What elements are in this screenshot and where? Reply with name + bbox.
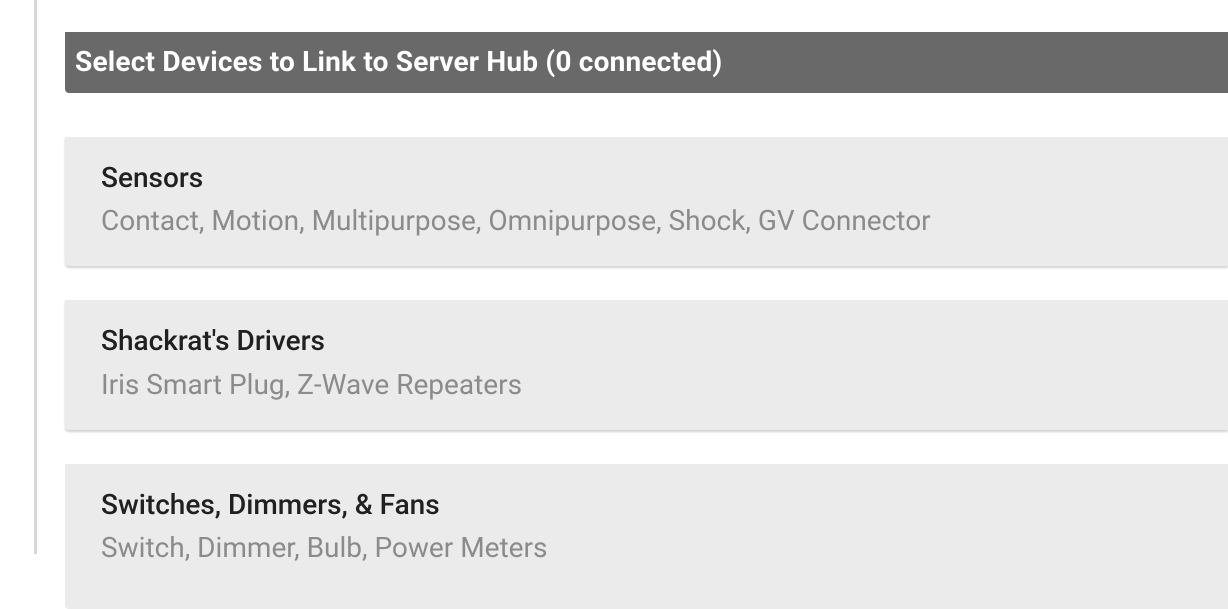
- category-subtitle: Iris Smart Plug, Z-Wave Repeaters: [101, 364, 1198, 406]
- category-title: Switches, Dimmers, & Fans: [101, 487, 1198, 523]
- category-card-switches-dimmers-fans[interactable]: Switches, Dimmers, & Fans Switch, Dimmer…: [65, 464, 1228, 609]
- category-card-sensors[interactable]: Sensors Contact, Motion, Multipurpose, O…: [65, 137, 1228, 266]
- section-header-title: Select Devices to Link to Server Hub (0 …: [75, 45, 722, 78]
- category-card-shackrats-drivers[interactable]: Shackrat's Drivers Iris Smart Plug, Z-Wa…: [65, 300, 1228, 429]
- section-header: Select Devices to Link to Server Hub (0 …: [65, 32, 1228, 93]
- content-area: Select Devices to Link to Server Hub (0 …: [65, 32, 1228, 609]
- category-title: Shackrat's Drivers: [101, 323, 1198, 359]
- category-subtitle: Contact, Motion, Multipurpose, Omnipurpo…: [101, 200, 1198, 242]
- category-subtitle: Switch, Dimmer, Bulb, Power Meters: [101, 527, 1198, 569]
- category-title: Sensors: [101, 160, 1198, 196]
- left-border: [34, 0, 37, 554]
